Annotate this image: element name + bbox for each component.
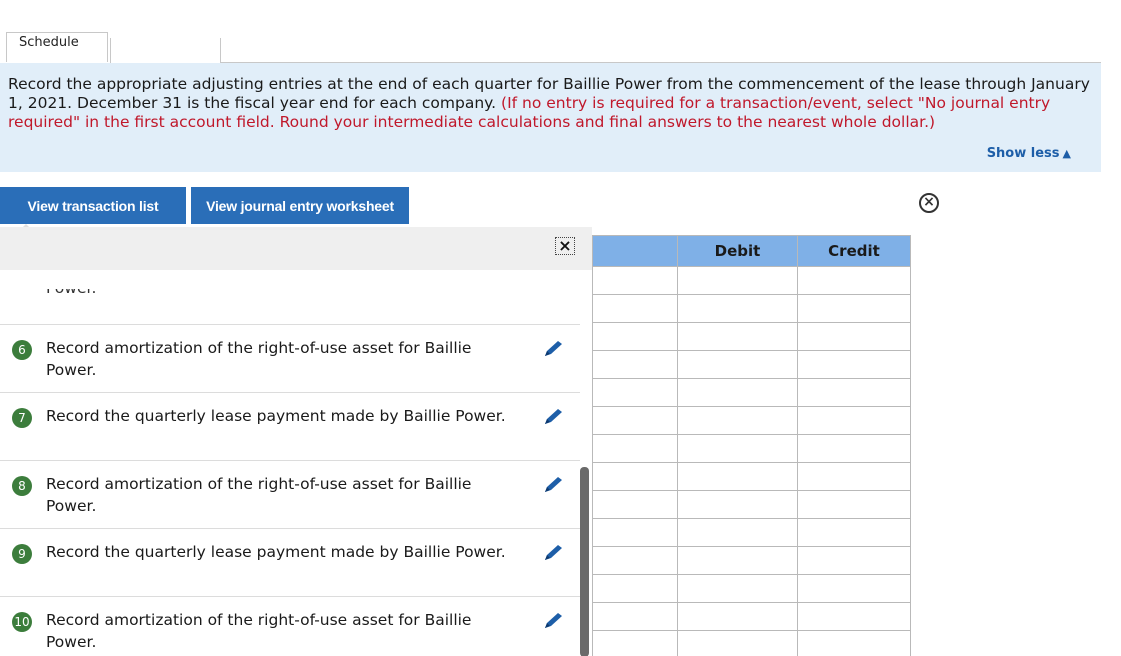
table-row bbox=[592, 434, 911, 463]
account-cell[interactable] bbox=[592, 490, 678, 519]
debit-cell[interactable] bbox=[677, 406, 798, 435]
item-number-badge: 6 bbox=[12, 340, 32, 360]
debit-cell[interactable] bbox=[677, 434, 798, 463]
table-row bbox=[592, 322, 911, 351]
pencil-icon[interactable] bbox=[541, 407, 567, 427]
debit-cell[interactable] bbox=[677, 546, 798, 575]
debit-cell[interactable] bbox=[677, 378, 798, 407]
table-row bbox=[592, 546, 911, 575]
debit-cell[interactable] bbox=[677, 294, 798, 323]
debit-cell[interactable] bbox=[677, 462, 798, 491]
credit-cell[interactable] bbox=[797, 266, 911, 295]
view-transaction-list-button[interactable]: View transaction list bbox=[0, 187, 186, 232]
item-number-badge: 7 bbox=[12, 408, 32, 428]
close-circle-icon[interactable]: × bbox=[919, 193, 939, 213]
item-number-badge: 10 bbox=[12, 612, 32, 632]
debit-cell[interactable] bbox=[677, 602, 798, 631]
pencil-icon[interactable] bbox=[541, 543, 567, 563]
credit-cell[interactable] bbox=[797, 350, 911, 379]
truncated-item-text: Power. bbox=[46, 289, 166, 301]
show-less-label: Show less bbox=[986, 146, 1060, 161]
debit-cell[interactable] bbox=[677, 630, 798, 656]
item-number-badge: 9 bbox=[12, 544, 32, 564]
account-cell[interactable] bbox=[592, 322, 678, 351]
table-row bbox=[592, 574, 911, 603]
item-description: Record amortization of the right-of-use … bbox=[46, 339, 472, 379]
credit-cell[interactable] bbox=[797, 630, 911, 656]
credit-cell[interactable] bbox=[797, 518, 911, 547]
list-item[interactable]: 6 Record amortization of the right-of-us… bbox=[0, 324, 580, 392]
debit-cell[interactable] bbox=[677, 350, 798, 379]
scrollbar[interactable] bbox=[580, 467, 589, 656]
account-cell[interactable] bbox=[592, 406, 678, 435]
credit-header: Credit bbox=[797, 235, 911, 267]
table-row bbox=[592, 294, 911, 323]
credit-cell[interactable] bbox=[797, 490, 911, 519]
journal-grid: Debit Credit bbox=[592, 235, 911, 656]
list-item[interactable]: 8 Record amortization of the right-of-us… bbox=[0, 460, 580, 528]
tab-strip: Schedule bbox=[0, 0, 1101, 63]
table-row bbox=[592, 462, 911, 491]
triangle-up-icon: ▲ bbox=[1062, 147, 1071, 160]
account-cell[interactable] bbox=[592, 574, 678, 603]
journal-table: Debit Credit bbox=[592, 235, 911, 656]
table-row bbox=[592, 378, 911, 407]
item-description: Record amortization of the right-of-use … bbox=[46, 475, 472, 515]
tab-schedule[interactable]: Schedule bbox=[6, 32, 108, 62]
account-cell[interactable] bbox=[592, 602, 678, 631]
table-row bbox=[592, 350, 911, 379]
table-row bbox=[592, 602, 911, 631]
credit-cell[interactable] bbox=[797, 574, 911, 603]
credit-cell[interactable] bbox=[797, 434, 911, 463]
account-cell[interactable] bbox=[592, 630, 678, 656]
table-row bbox=[592, 630, 911, 656]
credit-cell[interactable] bbox=[797, 378, 911, 407]
debit-cell[interactable] bbox=[677, 322, 798, 351]
table-row bbox=[592, 518, 911, 547]
credit-cell[interactable] bbox=[797, 406, 911, 435]
list-item[interactable]: 9 Record the quarterly lease payment mad… bbox=[0, 528, 580, 596]
account-cell[interactable] bbox=[592, 350, 678, 379]
pencil-icon[interactable] bbox=[541, 339, 567, 359]
account-cell[interactable] bbox=[592, 294, 678, 323]
table-row bbox=[592, 490, 911, 519]
account-cell[interactable] bbox=[592, 378, 678, 407]
transaction-list-panel: × Power. 6 Record amortization of the ri… bbox=[0, 227, 592, 656]
list-item[interactable]: 7 Record the quarterly lease payment mad… bbox=[0, 392, 580, 460]
account-cell[interactable] bbox=[592, 462, 678, 491]
pencil-icon[interactable] bbox=[541, 611, 567, 631]
account-header bbox=[592, 235, 678, 267]
table-row bbox=[592, 266, 911, 295]
table-row bbox=[592, 406, 911, 435]
panel-header: × bbox=[0, 227, 592, 270]
debit-cell[interactable] bbox=[677, 490, 798, 519]
journal-header-row: Debit Credit bbox=[592, 235, 911, 267]
pencil-icon[interactable] bbox=[541, 475, 567, 495]
credit-cell[interactable] bbox=[797, 462, 911, 491]
close-icon[interactable]: × bbox=[555, 237, 575, 255]
credit-cell[interactable] bbox=[797, 602, 911, 631]
credit-cell[interactable] bbox=[797, 294, 911, 323]
debit-cell[interactable] bbox=[677, 518, 798, 547]
show-less-link[interactable]: Show less ▲ bbox=[987, 144, 1071, 163]
item-description: Record the quarterly lease payment made … bbox=[46, 407, 506, 425]
item-number-badge: 8 bbox=[12, 476, 32, 496]
account-cell[interactable] bbox=[592, 518, 678, 547]
tab-blank[interactable] bbox=[110, 38, 221, 63]
item-description: Record the quarterly lease payment made … bbox=[46, 543, 506, 561]
debit-cell[interactable] bbox=[677, 266, 798, 295]
credit-cell[interactable] bbox=[797, 546, 911, 575]
item-description: Record amortization of the right-of-use … bbox=[46, 611, 472, 651]
list-item[interactable]: 10 Record amortization of the right-of-u… bbox=[0, 596, 580, 656]
credit-cell[interactable] bbox=[797, 322, 911, 351]
account-cell[interactable] bbox=[592, 434, 678, 463]
account-cell[interactable] bbox=[592, 266, 678, 295]
debit-cell[interactable] bbox=[677, 574, 798, 603]
instructions-panel: Record the appropriate adjusting entries… bbox=[0, 63, 1101, 172]
account-cell[interactable] bbox=[592, 546, 678, 575]
debit-header: Debit bbox=[677, 235, 798, 267]
view-journal-entry-worksheet-button[interactable]: View journal entry worksheet bbox=[191, 187, 409, 224]
